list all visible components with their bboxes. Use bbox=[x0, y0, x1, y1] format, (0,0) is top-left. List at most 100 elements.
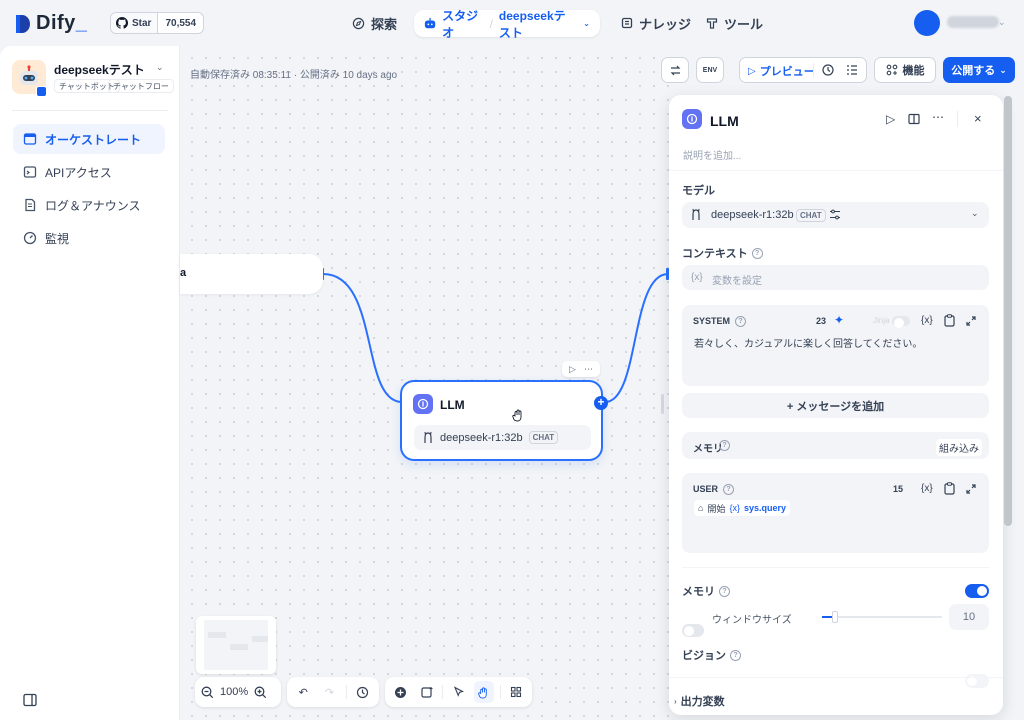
pointer-icon[interactable] bbox=[449, 681, 468, 703]
chevron-down-icon[interactable]: ⌄ bbox=[156, 62, 164, 73]
help-icon[interactable]: ? bbox=[735, 316, 746, 327]
slider-handle[interactable] bbox=[832, 611, 838, 623]
output-variables-row[interactable]: › 出力変数 bbox=[674, 693, 725, 709]
sidebar-item-orchestrate[interactable]: オーケストレート bbox=[13, 124, 165, 154]
sparkle-generate-icon[interactable]: ✦ bbox=[834, 313, 844, 327]
panel-title[interactable]: LLM bbox=[710, 113, 739, 129]
jinja-toggle[interactable] bbox=[892, 316, 910, 328]
help-icon[interactable]: ? bbox=[751, 247, 763, 259]
help-icon[interactable]: ? bbox=[730, 649, 741, 661]
close-icon[interactable]: × bbox=[974, 111, 982, 126]
start-node-partial[interactable]: a bbox=[180, 254, 323, 294]
user-prompt-box[interactable]: USER ? 15 {x} ⌂ 開始 {x} sys.query bbox=[682, 473, 989, 553]
memory-toggle[interactable] bbox=[965, 584, 989, 598]
model-label-text: モデル bbox=[682, 185, 715, 197]
env-button[interactable]: ENV bbox=[696, 57, 724, 83]
terminal-window-icon bbox=[23, 133, 37, 145]
redo-icon[interactable]: ↷ bbox=[319, 681, 339, 703]
app-name[interactable]: deepseekテスト bbox=[54, 61, 145, 78]
hand-tool-icon[interactable] bbox=[474, 681, 494, 703]
edge-start-to-llm[interactable] bbox=[322, 273, 403, 403]
vision-label: ビジョン ? bbox=[682, 647, 741, 663]
nav-explore[interactable]: 探索 bbox=[352, 10, 397, 36]
window-size-input[interactable]: 10 bbox=[949, 604, 989, 630]
model-selector[interactable]: deepseek-r1:32b CHAT ⌄ bbox=[682, 202, 989, 228]
organize-layout-icon[interactable] bbox=[507, 681, 526, 703]
sidebar-item-label: 監視 bbox=[45, 231, 70, 246]
context-label: コンテキスト ? bbox=[682, 245, 763, 261]
minimap-node bbox=[208, 632, 226, 638]
clipboard-icon[interactable] bbox=[944, 314, 955, 327]
nav-studio[interactable]: スタジオ / deepseekテスト ⌄ bbox=[414, 9, 600, 40]
edge-llm-to-next[interactable] bbox=[604, 273, 669, 403]
account-name-blurred[interactable] bbox=[947, 16, 999, 28]
toolbar-divider bbox=[499, 685, 501, 699]
window-size-slider[interactable] bbox=[822, 611, 942, 623]
avatar[interactable] bbox=[914, 10, 940, 36]
undo-icon[interactable]: ↶ bbox=[293, 681, 313, 703]
variable-node-name: 開始 bbox=[707, 503, 726, 514]
panel-scrollbar[interactable] bbox=[1004, 96, 1012, 526]
window-size-toggle[interactable] bbox=[682, 624, 704, 637]
play-icon: ▷ bbox=[748, 65, 756, 77]
run-node-icon[interactable]: ▷ bbox=[886, 112, 895, 126]
add-note-icon[interactable] bbox=[416, 681, 435, 703]
help-book-icon[interactable] bbox=[908, 113, 920, 125]
variable-icon: {x} bbox=[729, 503, 740, 513]
sidebar-item-logs[interactable]: ログ＆アナウンス bbox=[13, 190, 165, 220]
expand-icon[interactable] bbox=[966, 484, 976, 494]
description-input[interactable]: 説明を追加... bbox=[683, 147, 741, 162]
github-star-button[interactable]: Star 70,554 bbox=[110, 12, 205, 34]
sidebar-item-monitoring[interactable]: 監視 bbox=[13, 223, 165, 253]
llm-node-model-name: deepseek-r1:32b bbox=[440, 431, 523, 444]
variable-icon: {x} bbox=[691, 272, 703, 283]
nav-knowledge[interactable]: ナレッジ bbox=[621, 10, 691, 36]
model-params-icon[interactable] bbox=[829, 209, 841, 220]
insert-variable-icon[interactable]: {x} bbox=[921, 483, 933, 494]
minimap-node bbox=[252, 636, 268, 642]
zoom-in-icon[interactable] bbox=[254, 686, 267, 699]
insert-variable-icon[interactable]: {x} bbox=[921, 315, 933, 326]
more-icon[interactable]: ⋯ bbox=[932, 110, 944, 124]
panel-resize-handle[interactable] bbox=[661, 394, 664, 414]
checklist-button[interactable] bbox=[661, 57, 689, 83]
add-next-node-handle[interactable]: + bbox=[594, 396, 608, 410]
play-icon[interactable]: ▷ bbox=[569, 364, 576, 375]
llm-node[interactable]: LLM deepseek-r1:32b CHAT bbox=[400, 380, 603, 461]
publish-button[interactable]: 公開する ⌄ bbox=[943, 57, 1015, 83]
features-button[interactable]: 機能 bbox=[874, 57, 936, 83]
system-prompt-text[interactable]: 若々しく、カジュアルに楽しく回答してください。 bbox=[694, 335, 922, 350]
add-message-button[interactable]: + メッセージを追加 bbox=[682, 393, 989, 418]
clipboard-icon[interactable] bbox=[944, 482, 955, 495]
expand-icon[interactable] bbox=[966, 316, 976, 326]
dify-logo-icon bbox=[16, 14, 30, 33]
help-icon[interactable]: ? bbox=[723, 484, 734, 495]
help-icon[interactable]: ? bbox=[719, 585, 730, 597]
more-icon[interactable]: ⋯ bbox=[584, 364, 593, 375]
nav-studio-label: スタジオ bbox=[442, 8, 479, 40]
llm-node-title: LLM bbox=[440, 398, 465, 412]
variable-chip[interactable]: ⌂ 開始 {x} sys.query bbox=[694, 500, 790, 516]
nav-studio-app[interactable]: deepseekテスト bbox=[499, 7, 577, 41]
checklist-icon[interactable] bbox=[846, 64, 858, 76]
minimap[interactable] bbox=[196, 616, 276, 674]
add-node-icon[interactable] bbox=[391, 681, 410, 703]
dify-logo[interactable]: Dify _ bbox=[14, 12, 87, 35]
help-icon[interactable]: ? bbox=[719, 440, 730, 451]
sidebar-item-api-access[interactable]: APIアクセス bbox=[13, 157, 165, 187]
minimap-viewport[interactable] bbox=[204, 620, 268, 670]
env-label: ENV bbox=[702, 66, 718, 74]
run-history-icon[interactable] bbox=[821, 63, 835, 77]
preview-button[interactable]: ▷ プレビュー bbox=[748, 63, 815, 79]
github-icon bbox=[116, 17, 128, 29]
zoom-level[interactable]: 100% bbox=[220, 686, 248, 698]
user-label: USER bbox=[693, 484, 719, 494]
history-icon[interactable] bbox=[353, 681, 373, 703]
nav-tools[interactable]: ツール bbox=[706, 10, 763, 36]
system-prompt-box[interactable]: SYSTEM ? 23 ✦ Jinja {x} 若々しく、カジュアルに楽しく回答… bbox=[682, 305, 989, 386]
sidebar-collapse-icon[interactable] bbox=[22, 692, 38, 708]
sidebar: deepseekテスト ⌄ チャットボット チャットフロー オーケストレート A… bbox=[0, 46, 180, 720]
output-label: 出力変数 bbox=[680, 696, 725, 708]
context-variable-selector[interactable]: {x} 変数を設定 bbox=[682, 265, 989, 290]
zoom-out-icon[interactable] bbox=[201, 686, 214, 699]
